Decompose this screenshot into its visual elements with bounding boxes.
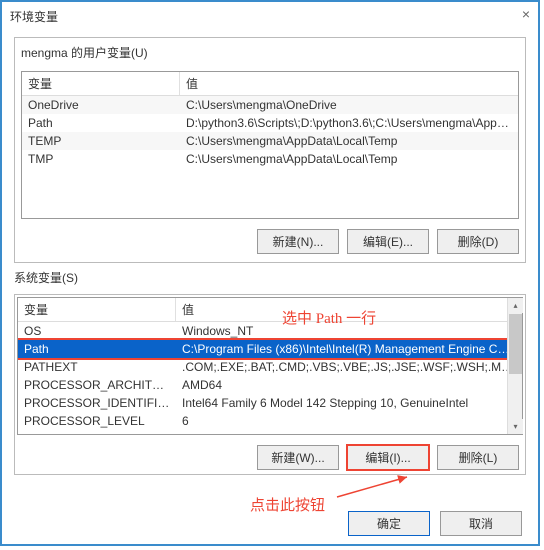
user-vars-group: mengma 的用户变量(U) 变量 值 OneDriveC:\Users\me… <box>14 37 526 263</box>
arrow-icon <box>332 472 422 502</box>
delete-button[interactable]: 删除(D) <box>437 229 519 254</box>
table-row[interactable]: OSWindows_NT <box>18 322 522 340</box>
table-row[interactable]: PROCESSOR_ARCHITECTUREAMD64 <box>18 376 522 394</box>
table-header: 变量 值 <box>22 72 518 96</box>
scrollbar[interactable]: ▴ ▾ <box>507 298 522 434</box>
new-button[interactable]: 新建(N)... <box>257 229 339 254</box>
cancel-button[interactable]: 取消 <box>440 511 522 536</box>
title-bar: 环境变量 <box>2 2 538 31</box>
table-header: 变量 值 <box>18 298 522 322</box>
system-vars-section: 系统变量(S) 变量 值 OSWindows_NT PathC:\Program… <box>14 269 526 475</box>
system-vars-group: 变量 值 OSWindows_NT PathC:\Program Files (… <box>14 294 526 475</box>
col-variable[interactable]: 变量 <box>18 298 176 321</box>
delete-button[interactable]: 删除(L) <box>437 445 519 470</box>
scroll-down-icon[interactable]: ▾ <box>508 419 523 434</box>
new-button[interactable]: 新建(W)... <box>257 445 339 470</box>
table-row[interactable]: TMPC:\Users\mengma\AppData\Local\Temp <box>22 150 518 168</box>
dialog-frame: 环境变量 × mengma 的用户变量(U) 变量 值 OneDriveC:\U… <box>0 0 540 546</box>
table-row[interactable]: PROCESSOR_IDENTIFIERIntel64 Family 6 Mod… <box>18 394 522 412</box>
col-value[interactable]: 值 <box>176 298 522 321</box>
table-row[interactable]: OneDriveC:\Users\mengma\OneDrive <box>22 96 518 114</box>
user-vars-section: mengma 的用户变量(U) 变量 值 OneDriveC:\Users\me… <box>14 37 526 263</box>
user-vars-table[interactable]: 变量 值 OneDriveC:\Users\mengma\OneDrive Pa… <box>21 71 519 219</box>
annotation-click-button: 点击此按钮 <box>250 494 325 515</box>
scroll-thumb[interactable] <box>509 314 522 374</box>
user-vars-label: mengma 的用户变量(U) <box>21 44 519 61</box>
table-row[interactable]: TEMPC:\Users\mengma\AppData\Local\Temp <box>22 132 518 150</box>
table-row[interactable]: PathD:\python3.6\Scripts\;D:\python3.6\;… <box>22 114 518 132</box>
system-vars-table[interactable]: 变量 值 OSWindows_NT PathC:\Program Files (… <box>17 297 523 435</box>
scroll-up-icon[interactable]: ▴ <box>508 298 523 313</box>
user-buttons: 新建(N)... 编辑(E)... 删除(D) <box>21 227 519 256</box>
edit-button[interactable]: 编辑(I)... <box>347 445 429 470</box>
footer-buttons: 确定 取消 <box>348 511 522 536</box>
dialog-title: 环境变量 <box>10 10 58 24</box>
col-variable[interactable]: 变量 <box>22 72 180 95</box>
system-vars-label: 系统变量(S) <box>14 269 526 286</box>
user-vars-body: OneDriveC:\Users\mengma\OneDrive PathD:\… <box>22 96 518 168</box>
table-row-selected[interactable]: PathC:\Program Files (x86)\Intel\Intel(R… <box>18 340 522 358</box>
system-vars-body: OSWindows_NT PathC:\Program Files (x86)\… <box>18 322 522 432</box>
table-row[interactable]: PROCESSOR_REVISION8e0a <box>18 430 522 432</box>
table-row[interactable]: PATHEXT.COM;.EXE;.BAT;.CMD;.VBS;.VBE;.JS… <box>18 358 522 376</box>
table-row[interactable]: PROCESSOR_LEVEL6 <box>18 412 522 430</box>
edit-button[interactable]: 编辑(E)... <box>347 229 429 254</box>
close-icon[interactable]: × <box>522 6 530 22</box>
system-buttons: 新建(W)... 编辑(I)... 删除(L) <box>17 443 523 472</box>
ok-button[interactable]: 确定 <box>348 511 430 536</box>
col-value[interactable]: 值 <box>180 72 518 95</box>
